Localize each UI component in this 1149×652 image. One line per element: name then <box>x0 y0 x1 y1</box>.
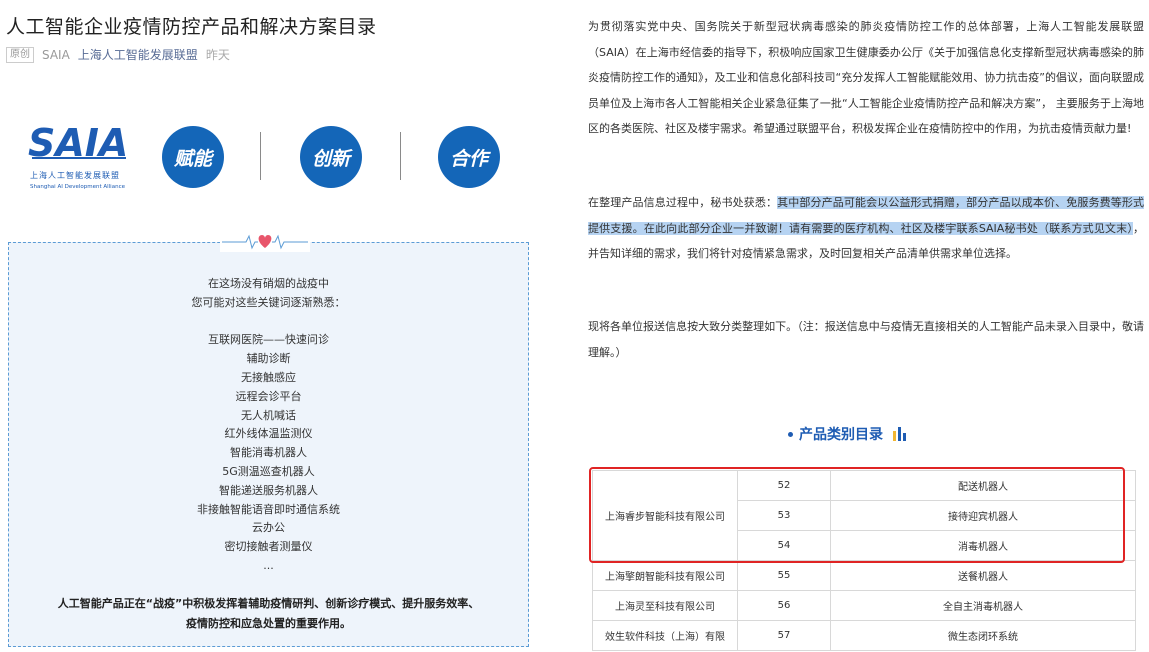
keyword-item: 5G测温巡查机器人 <box>222 464 315 478</box>
article-meta: 原创 SAIA 上海人工智能发展联盟 昨天 <box>6 46 230 63</box>
section-title: 产品类别目录 <box>788 424 906 444</box>
section-title-text: 产品类别目录 <box>799 427 883 443</box>
note-paragraph: 现将各单位报送信息按大致分类整理如下。（注：报送信息中与疫情无直接相关的人工智能… <box>588 320 1144 359</box>
notice-prefix: 在整理产品信息过程中，秘书处获悉： <box>588 196 778 209</box>
right-column: 为贯彻落实党中央、国务院关于新型冠状病毒感染的肺炎疫情防控工作的总体部署，上海人… <box>588 0 1149 652</box>
table-row: 上海灵至科技有限公司 56 全自主消毒机器人 <box>592 590 1136 621</box>
divider <box>260 132 261 180</box>
conclusion-text: 人工智能产品正在“战疫”中积极发挥着辅助疫情研判、创新诊疗模式、提升服务效率、 … <box>8 594 529 634</box>
number-cell: 57 <box>737 620 831 651</box>
conclusion-line: 疫情防控和应急处置的重要作用。 <box>186 617 351 630</box>
conclusion-line: 人工智能产品正在“战疫”中积极发挥着辅助疫情研判、创新诊疗模式、提升服务效率、 <box>57 597 480 610</box>
table-row: 效生软件科技（上海）有限 57 微生态闭环系统 <box>592 620 1136 651</box>
intro-line: 在这场没有硝烟的战疫中 <box>208 277 329 290</box>
keyword-item: ... <box>263 558 274 572</box>
company-cell: 上海擎朗智能科技有限公司 <box>592 560 738 591</box>
product-cell: 送餐机器人 <box>830 560 1136 591</box>
left-column: 人工智能企业疫情防控产品和解决方案目录 原创 SAIA 上海人工智能发展联盟 昨… <box>0 0 540 652</box>
product-cell: 微生态闭环系统 <box>830 620 1136 651</box>
article-title: 人工智能企业疫情防控产品和解决方案目录 <box>6 16 377 38</box>
saia-logo: SAIA 上海人工智能发展联盟 Shanghai AI Development … <box>26 118 136 194</box>
keyword-item: 辅助诊断 <box>246 352 291 366</box>
notice-paragraph: 在整理产品信息过程中，秘书处获悉：其中部分产品可能会以公益形式捐赠，部分产品以成… <box>588 190 1145 267</box>
bullet-dot-icon <box>788 431 793 437</box>
empower-circle: 赋能 <box>162 126 224 188</box>
original-tag: 原创 <box>6 46 34 63</box>
keyword-item: 无接触感应 <box>241 370 296 384</box>
number-cell: 55 <box>737 560 831 591</box>
logo-en-name: Shanghai AI Development Alliance <box>30 184 125 190</box>
saia-banner: SAIA 上海人工智能发展联盟 Shanghai AI Development … <box>26 112 516 200</box>
keyword-item: 无人机喊话 <box>241 408 296 422</box>
table-row: 上海擎朗智能科技有限公司 55 送餐机器人 <box>592 560 1136 591</box>
keywords-list: 在这场没有硝烟的战疫中 您可能对这些关键词逐渐熟悉： 互联网医院——快速问诊 辅… <box>8 275 529 576</box>
keyword-item: 互联网医院——快速问诊 <box>208 333 329 347</box>
company-cell: 效生软件科技（上海）有限 <box>592 620 738 651</box>
publish-date: 昨天 <box>205 48 230 62</box>
keyword-item: 智能消毒机器人 <box>230 446 307 460</box>
author-link[interactable]: 上海人工智能发展联盟 <box>78 46 198 63</box>
keyword-item: 非接触智能语音即时通信系统 <box>197 502 340 516</box>
keyword-item: 智能递送服务机器人 <box>219 483 318 497</box>
heart-pulse-icon <box>220 232 310 252</box>
intro-paragraph: 为贯彻落实党中央、国务院关于新型冠状病毒感染的肺炎疫情防控工作的总体部署，上海人… <box>588 20 1144 135</box>
innovation-circle: 创新 <box>300 126 362 188</box>
account-name: SAIA <box>42 47 70 62</box>
company-cell: 上海灵至科技有限公司 <box>592 590 738 621</box>
number-cell: 56 <box>737 590 831 621</box>
highlight-red-box <box>589 467 1125 563</box>
intro-line: 您可能对这些关键词逐渐熟悉： <box>191 295 346 309</box>
cooperation-circle: 合作 <box>438 126 500 188</box>
keyword-item: 远程会诊平台 <box>235 389 302 403</box>
keyword-item: 红外线体温监测仪 <box>224 427 313 441</box>
divider <box>400 132 401 180</box>
keyword-item: 云办公 <box>252 521 285 535</box>
product-cell: 全自主消毒机器人 <box>830 590 1136 621</box>
logo-cn-name: 上海人工智能发展联盟 <box>30 171 120 180</box>
bar-chart-icon <box>893 427 906 441</box>
keyword-item: 密切接触者测量仪 <box>224 540 313 554</box>
